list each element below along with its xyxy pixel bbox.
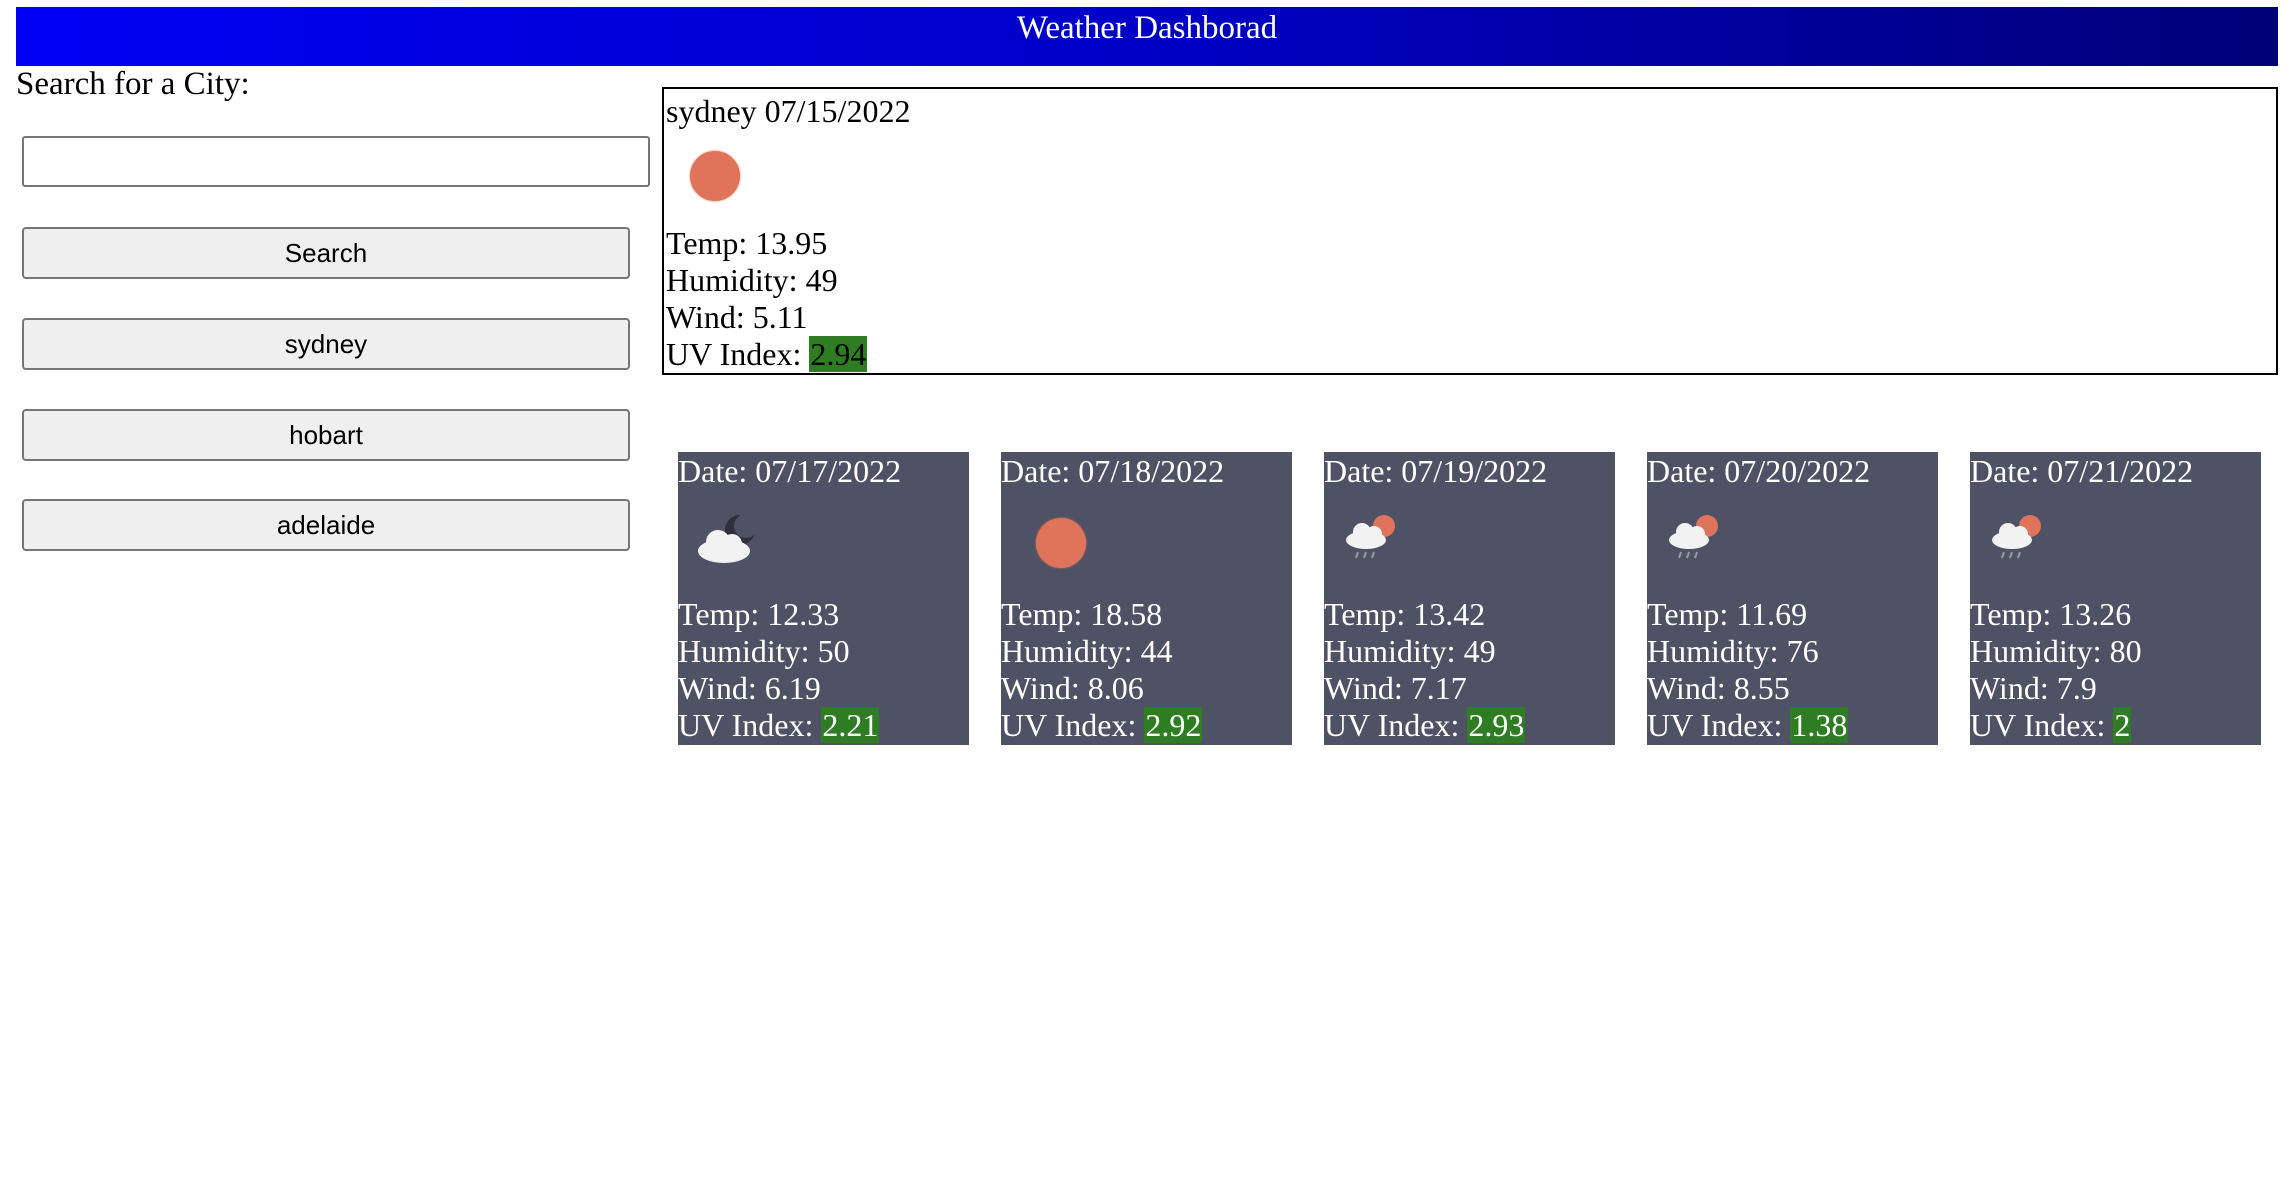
app-title: Weather Dashborad <box>1016 10 1278 46</box>
forecast-date: Date: 07/19/2022 <box>1324 453 1548 489</box>
current-temp: Temp: 13.95 <box>666 225 828 261</box>
forecast-temp: Temp: 12.33 <box>678 596 840 632</box>
history-button-adelaide[interactable]: adelaide <box>22 499 630 551</box>
forecast-date: Date: 07/17/2022 <box>678 453 902 489</box>
app-header: Weather Dashborad <box>16 7 2278 66</box>
rain-sun-icon <box>1980 506 2060 576</box>
forecast-humidity: Humidity: 49 <box>1324 633 1496 669</box>
forecast-wind: Wind: 8.06 <box>1001 670 1144 706</box>
history-button-sydney[interactable]: sydney <box>22 318 630 370</box>
forecast-humidity: Humidity: 44 <box>1001 633 1173 669</box>
current-humidity: Humidity: 49 <box>666 262 838 298</box>
forecast-date: Date: 07/21/2022 <box>1970 453 2194 489</box>
forecast-card: Date: 07/19/2022 Temp: 13.42 Humidity: 4… <box>1324 452 1615 745</box>
forecast-uv: UV Index: 2.92 <box>1001 707 1203 743</box>
forecast-humidity: Humidity: 76 <box>1647 633 1819 669</box>
uv-badge: 2.93 <box>1467 707 1526 743</box>
current-wind: Wind: 5.11 <box>666 299 808 335</box>
sun-icon <box>1011 506 1091 576</box>
uv-badge: 1.38 <box>1790 707 1849 743</box>
forecast-uv: UV Index: 2 <box>1970 707 2132 743</box>
rain-sun-icon <box>1334 506 1414 576</box>
forecast-card: Date: 07/20/2022 Temp: 11.69 Humidity: 7… <box>1647 452 1938 745</box>
forecast-date: Date: 07/20/2022 <box>1647 453 1871 489</box>
forecast-card: Date: 07/18/2022 Temp: 18.58 Humidity: 4… <box>1001 452 1292 745</box>
forecast-wind: Wind: 8.55 <box>1647 670 1790 706</box>
current-stats: Temp: 13.95 Humidity: 49 Wind: 5.11 UV I… <box>666 225 868 373</box>
uv-badge: 2 <box>2113 707 2132 743</box>
forecast-wind: Wind: 7.9 <box>1970 670 2097 706</box>
rain-sun-icon <box>1657 506 1737 576</box>
current-weather-panel: sydney 07/15/2022 Temp: 13.95 Humidity: … <box>662 87 2278 375</box>
uv-badge: 2.94 <box>809 336 868 372</box>
forecast-temp: Temp: 13.26 <box>1970 596 2132 632</box>
forecast-date: Date: 07/18/2022 <box>1001 453 1225 489</box>
search-label: Search for a City: <box>16 66 250 102</box>
forecast-card: Date: 07/21/2022 Temp: 13.26 Humidity: 8… <box>1970 452 2261 745</box>
current-uv: UV Index: 2.94 <box>666 336 868 373</box>
page: Weather Dashborad Search for a City: Sea… <box>0 0 2294 1199</box>
current-city-date: sydney 07/15/2022 <box>666 93 911 129</box>
forecast-temp: Temp: 13.42 <box>1324 596 1486 632</box>
history-button-hobart[interactable]: hobart <box>22 409 630 461</box>
forecast-temp: Temp: 11.69 <box>1647 596 1808 632</box>
forecast-wind: Wind: 6.19 <box>678 670 821 706</box>
forecast-uv: UV Index: 2.93 <box>1324 707 1526 743</box>
forecast-wind: Wind: 7.17 <box>1324 670 1467 706</box>
cloudy-night-icon <box>688 506 768 576</box>
forecast-uv: UV Index: 1.38 <box>1647 707 1849 743</box>
sun-icon <box>690 151 740 201</box>
forecast-humidity: Humidity: 50 <box>678 633 850 669</box>
forecast-card: Date: 07/17/2022 Temp: 12.33 Humidity: 5… <box>678 452 969 745</box>
search-button[interactable]: Search <box>22 227 630 279</box>
uv-label: UV Index: <box>666 336 810 372</box>
forecast-uv: UV Index: 2.21 <box>678 707 880 743</box>
uv-badge: 2.21 <box>821 707 880 743</box>
forecast-humidity: Humidity: 80 <box>1970 633 2142 669</box>
forecast-temp: Temp: 18.58 <box>1001 596 1163 632</box>
city-search-input[interactable] <box>22 136 650 187</box>
uv-badge: 2.92 <box>1144 707 1203 743</box>
